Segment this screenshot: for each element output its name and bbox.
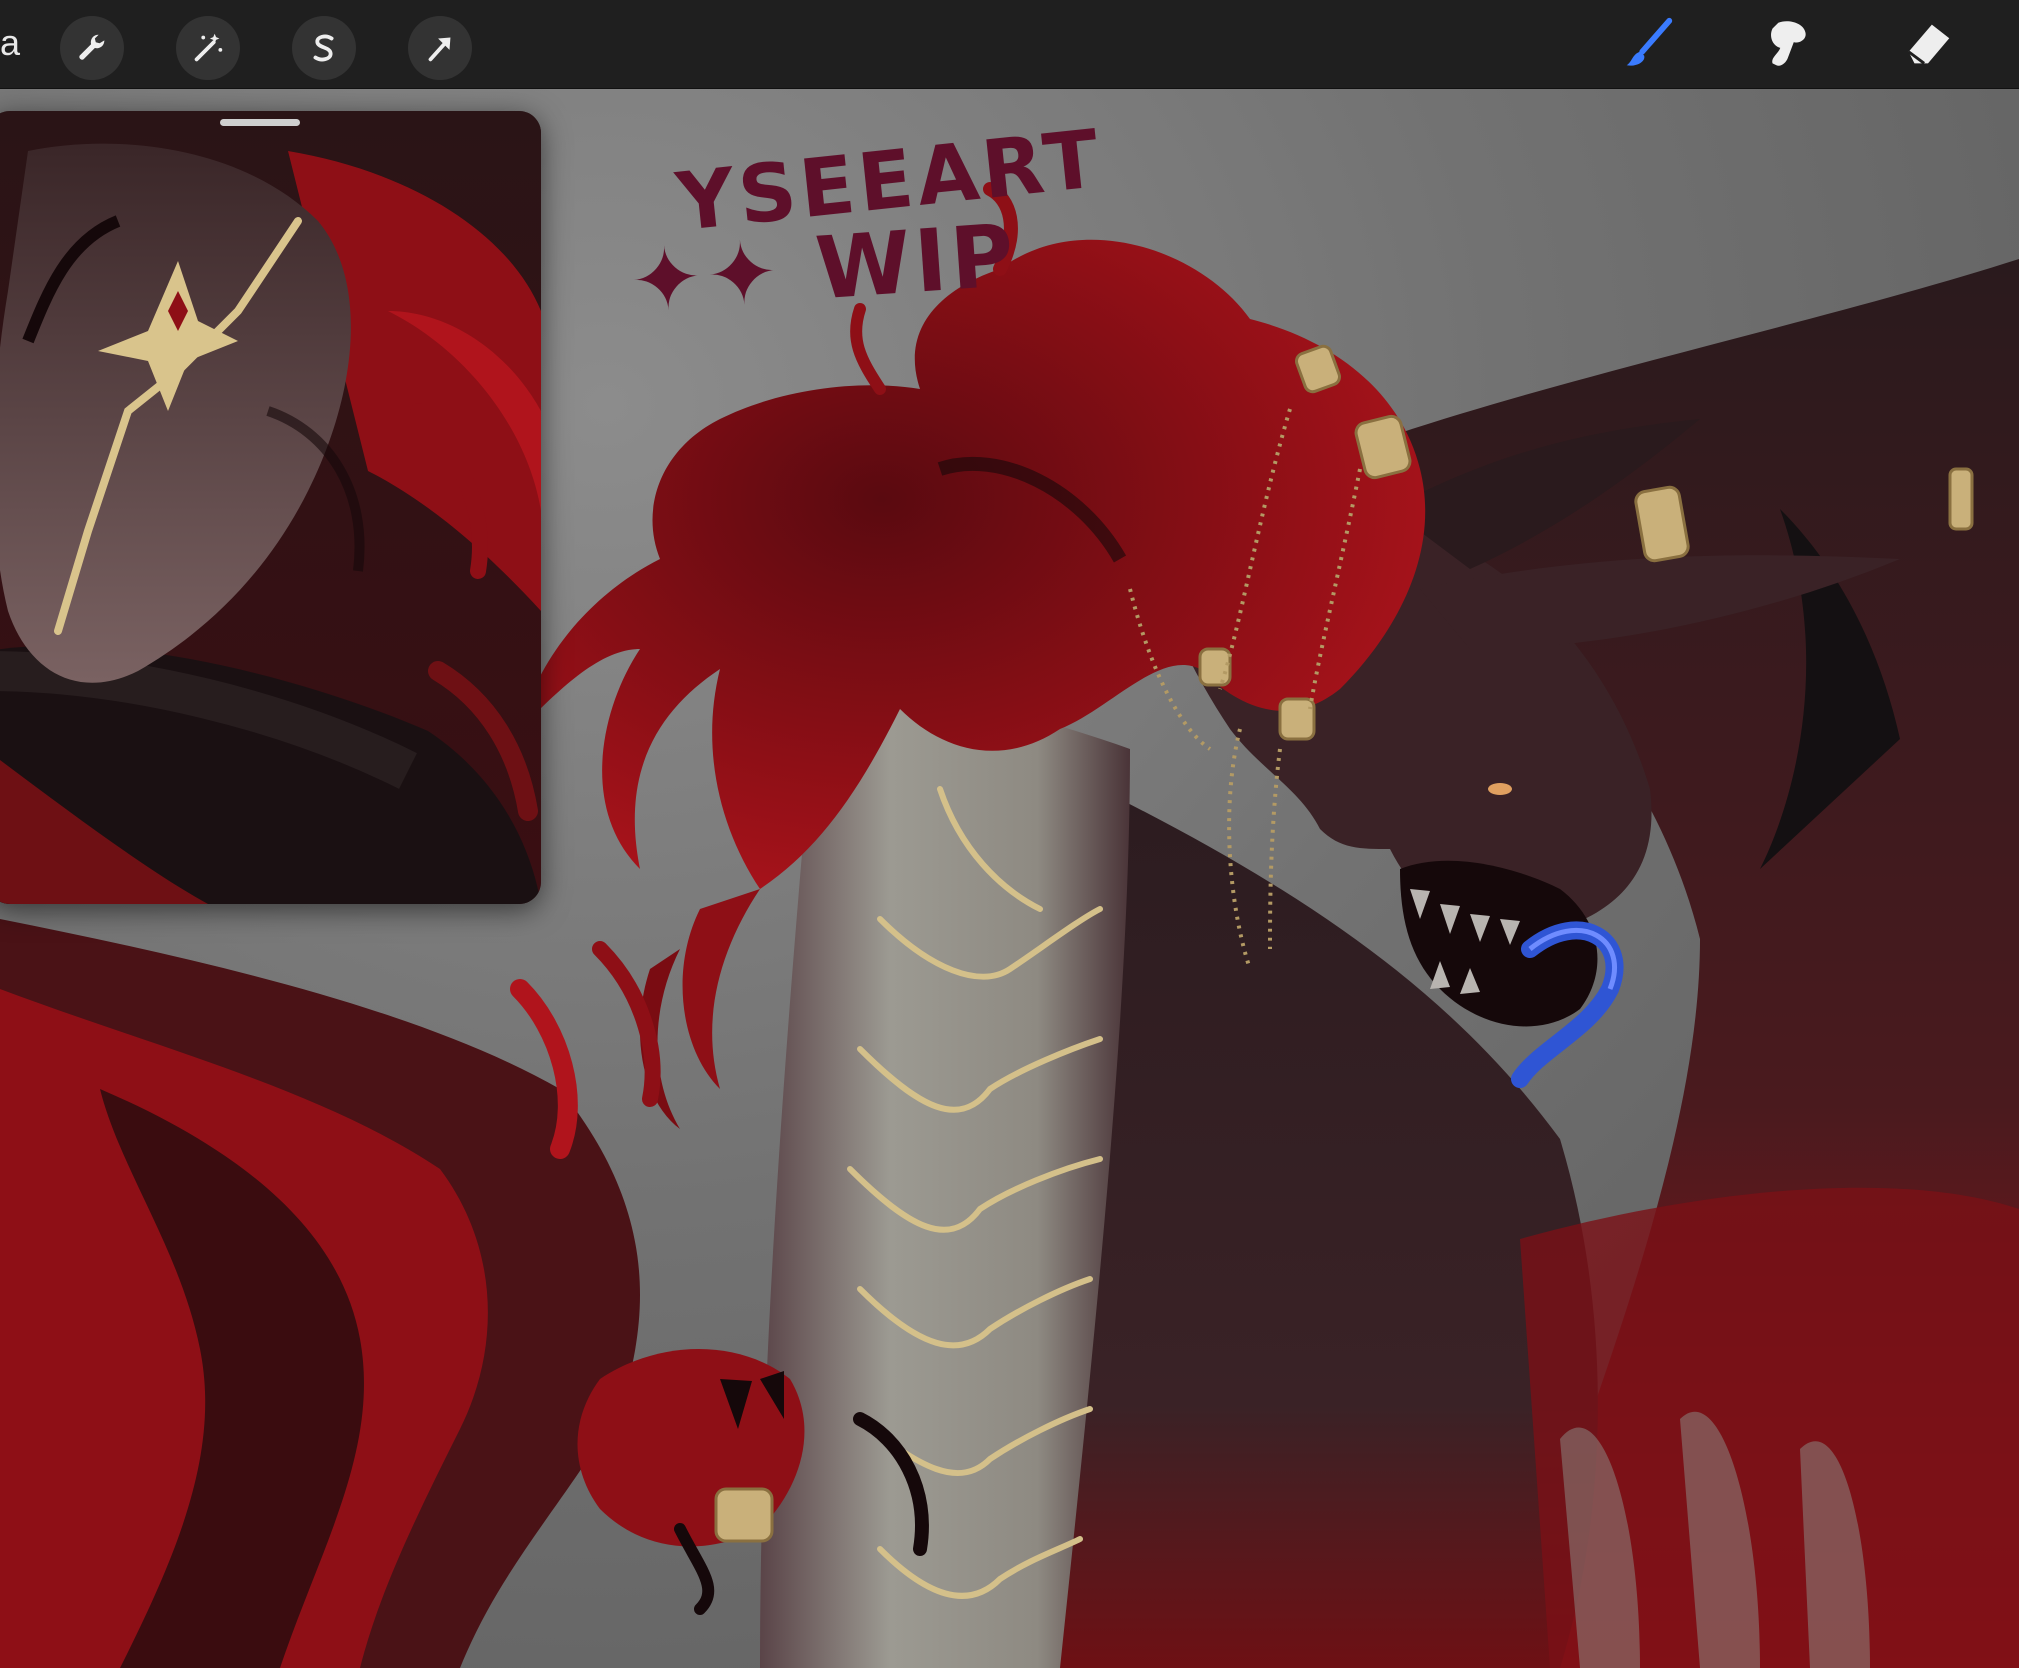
reference-image [0, 111, 541, 904]
wrench-icon [79, 34, 105, 60]
actions-button[interactable] [60, 16, 124, 80]
selection-button[interactable] [292, 16, 356, 80]
smudge-icon [1771, 21, 1806, 66]
reference-drag-handle[interactable] [220, 119, 300, 126]
reference-window[interactable] [0, 111, 541, 904]
selection-s-icon [313, 34, 334, 62]
brush-icon [1626, 17, 1673, 66]
adjustments-button[interactable] [176, 16, 240, 80]
transform-button[interactable] [408, 16, 472, 80]
eraser-tool[interactable] [1896, 12, 1960, 76]
brush-tool[interactable] [1616, 12, 1680, 76]
eraser-icon [1907, 24, 1950, 65]
arrow-cursor-icon [428, 37, 451, 62]
top-toolbar: a [0, 0, 2019, 89]
magic-wand-icon [194, 33, 223, 62]
gallery-button[interactable]: a [0, 22, 20, 64]
smudge-tool[interactable] [1756, 12, 1820, 76]
